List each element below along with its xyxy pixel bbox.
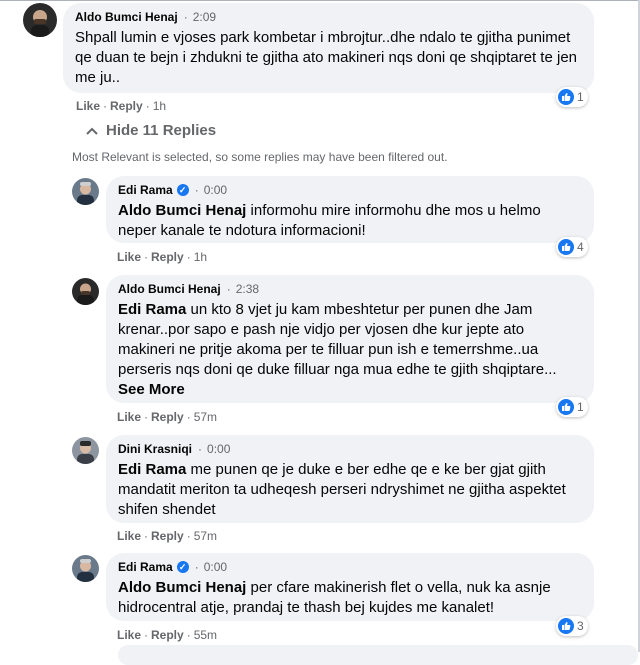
like-link[interactable]: Like: [117, 628, 141, 642]
avatar-aldo[interactable]: [23, 3, 57, 37]
like-link[interactable]: Like: [117, 250, 141, 264]
like-link[interactable]: Like: [117, 410, 141, 424]
like-reaction-icon: [558, 399, 574, 415]
reply-text: Aldo Bumci Henaj per cfare makinerish fl…: [118, 579, 551, 616]
avatar-edi[interactable]: [72, 178, 99, 205]
reaction-number: 1: [577, 90, 584, 104]
mention-link[interactable]: Aldo Bumci Henaj: [118, 579, 246, 596]
comment-text: Shpall lumin e vjoses park kombetar i mb…: [75, 29, 578, 86]
filter-notice: Most Relevant is selected, so some repli…: [72, 150, 448, 164]
reply-bubble: Edi Rama ✓ · 0:00 Aldo Bumci Henaj infor…: [106, 176, 594, 243]
reply-link[interactable]: Reply: [151, 250, 184, 264]
reply-time[interactable]: 0:00: [204, 182, 227, 198]
reply-link[interactable]: Reply: [151, 410, 184, 424]
chevron-up-icon: [86, 127, 98, 135]
reply-time[interactable]: 0:00: [204, 559, 227, 575]
reply-author[interactable]: Edi Rama: [118, 559, 173, 575]
reply-author[interactable]: Dini Krasniqi: [118, 441, 192, 457]
verified-badge-icon: ✓: [176, 561, 189, 573]
reply-author[interactable]: Aldo Bumci Henaj: [118, 281, 221, 297]
avatar-aldo[interactable]: [72, 278, 99, 305]
avatar-edi[interactable]: [72, 555, 99, 582]
next-reply-bubble-partial: [118, 645, 638, 665]
reply-time[interactable]: 2:38: [236, 281, 259, 297]
reply-author[interactable]: Edi Rama: [118, 182, 173, 198]
reaction-count[interactable]: 4: [556, 237, 588, 257]
avatar-dini[interactable]: [72, 437, 99, 464]
reply-bubble: Aldo Bumci Henaj · 2:38 Edi Rama un kto …: [106, 275, 594, 403]
reply-actions: Like · Reply · 57m: [117, 410, 218, 424]
top-border: [0, 0, 640, 1]
reply-age[interactable]: 1h: [194, 250, 207, 264]
reaction-number: 1: [577, 400, 584, 414]
reply-link[interactable]: Reply: [151, 529, 184, 543]
comment-bubble: Aldo Bumci Henaj · 2:09 Shpall lumin e v…: [63, 3, 594, 93]
reply-text: Aldo Bumci Henaj informohu mire informoh…: [118, 202, 541, 239]
reply-age[interactable]: 57m: [194, 410, 217, 424]
reaction-count[interactable]: 3: [556, 616, 588, 636]
reaction-count[interactable]: 1: [556, 397, 588, 417]
reply-age[interactable]: 55m: [194, 628, 217, 642]
like-link[interactable]: Like: [76, 99, 100, 113]
reply-time[interactable]: 0:00: [207, 441, 230, 457]
reply-bubble: Edi Rama ✓ · 0:00 Aldo Bumci Henaj per c…: [106, 553, 594, 621]
reply-actions: Like · Reply · 57m: [117, 529, 218, 543]
hide-replies-label: Hide 11 Replies: [106, 122, 217, 139]
reaction-count[interactable]: 1: [556, 87, 588, 107]
reply-text: Edi Rama me punen qe je duke e ber edhe …: [118, 461, 566, 518]
reply-link[interactable]: Reply: [110, 99, 143, 113]
reaction-number: 3: [577, 619, 584, 633]
hide-replies-button[interactable]: Hide 11 Replies: [86, 122, 216, 139]
like-reaction-icon: [558, 89, 574, 105]
like-reaction-icon: [558, 239, 574, 255]
reaction-number: 4: [577, 240, 584, 254]
like-reaction-icon: [558, 618, 574, 634]
comment-time[interactable]: 2:09: [193, 9, 216, 25]
reply-actions: Like · Reply · 55m: [117, 628, 218, 642]
comment-author[interactable]: Aldo Bumci Henaj: [75, 9, 178, 25]
reply-age[interactable]: 57m: [194, 529, 217, 543]
mention-link[interactable]: Edi Rama: [118, 301, 186, 318]
reply-link[interactable]: Reply: [151, 628, 184, 642]
verified-badge-icon: ✓: [176, 184, 189, 196]
see-more-link[interactable]: See More: [118, 381, 185, 398]
mention-link[interactable]: Edi Rama: [118, 461, 186, 478]
comment-actions: Like · Reply · 1h: [76, 99, 167, 113]
reply-text: Edi Rama un kto 8 vjet ju kam mbeshtetur…: [118, 301, 557, 398]
reply-bubble: Dini Krasniqi · 0:00 Edi Rama me punen q…: [106, 435, 594, 523]
comment-age[interactable]: 1h: [153, 99, 166, 113]
like-link[interactable]: Like: [117, 529, 141, 543]
reply-actions: Like · Reply · 1h: [117, 250, 208, 264]
mention-link[interactable]: Aldo Bumci Henaj: [118, 202, 246, 219]
